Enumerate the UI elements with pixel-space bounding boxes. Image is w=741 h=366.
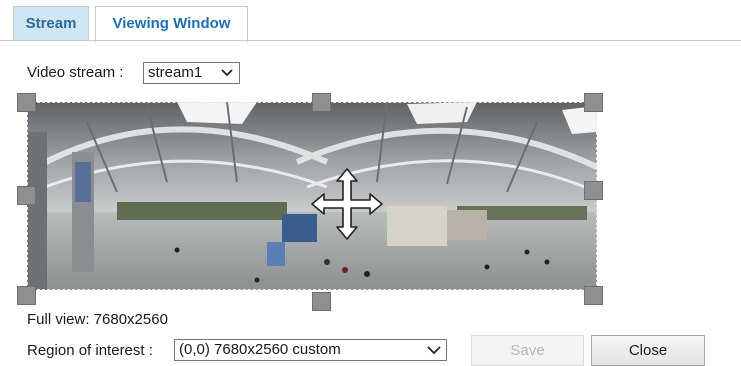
region-of-interest-label: Region of interest : [27,342,153,359]
resize-handle-top-right[interactable] [584,93,603,112]
resize-handle-right[interactable] [584,181,603,200]
video-stream-value: stream1 [148,64,203,81]
full-view-label: Full view: 7680x2560 [27,311,168,328]
resize-handle-top[interactable] [312,93,331,112]
chevron-down-icon [426,340,442,360]
resize-handle-left[interactable] [17,186,36,205]
video-stream-label: Video stream : [27,64,124,81]
save-button[interactable]: Save [471,335,584,366]
close-button[interactable]: Close [591,335,705,366]
tab-divider [0,40,741,41]
tab-viewing-window[interactable]: Viewing Window [95,6,248,42]
video-stream-select[interactable]: stream1 [143,62,240,84]
resize-handle-bottom-right[interactable] [584,286,603,305]
tab-bar: Stream Viewing Window [0,0,741,42]
chevron-down-icon [219,63,235,83]
resize-handle-bottom-left[interactable] [17,286,36,305]
region-of-interest-value: (0,0) 7680x2560 custom [179,341,341,358]
region-of-interest-select[interactable]: (0,0) 7680x2560 custom [174,339,447,361]
resize-handle-top-left[interactable] [17,93,36,112]
tab-stream[interactable]: Stream [13,6,89,40]
move-arrows-icon[interactable] [310,167,384,241]
resize-handle-bottom[interactable] [312,292,331,311]
